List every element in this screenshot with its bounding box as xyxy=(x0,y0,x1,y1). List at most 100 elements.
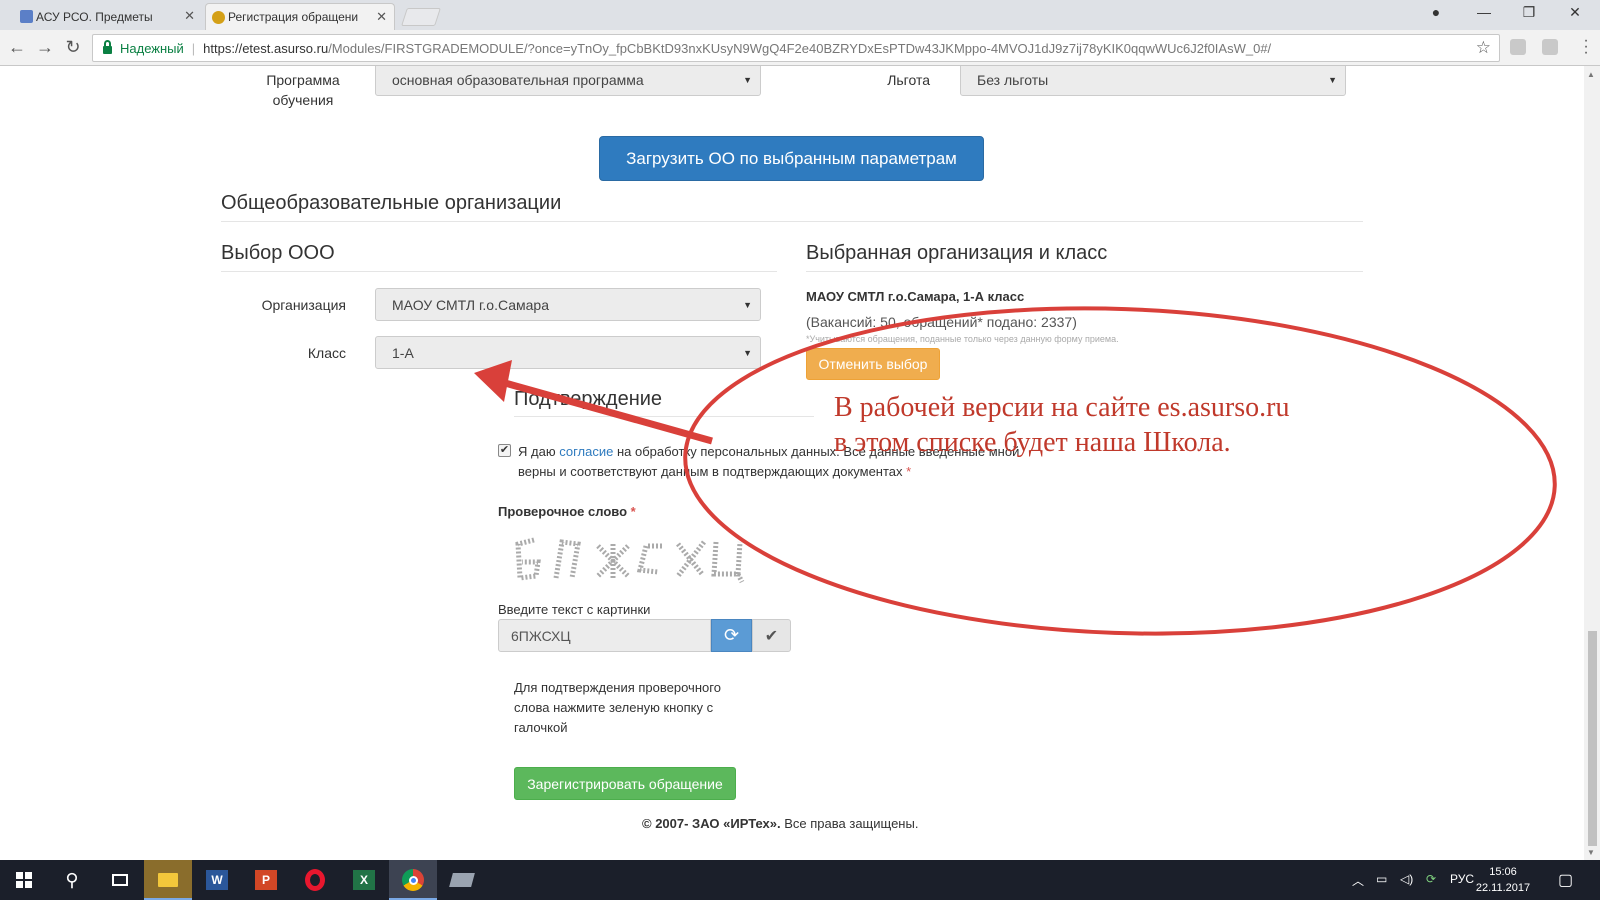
url-path: /Modules/FIRSTGRADEMODULE/?once=yTnOy_fp… xyxy=(328,40,1272,56)
word-icon[interactable]: W xyxy=(193,860,241,900)
copyright: © 2007- ЗАО «ИРТех». xyxy=(642,816,781,831)
reload-icon[interactable]: ↻ xyxy=(62,37,84,57)
class-value: 1-А xyxy=(392,344,414,361)
coat-of-arms-icon xyxy=(212,11,225,24)
captcha-hint: Для подтверждения проверочного слова наж… xyxy=(514,680,721,735)
close-icon[interactable]: ✕ xyxy=(184,8,195,24)
annotation-line-2: в этом списке будет наша Школа. xyxy=(834,427,1231,458)
clock[interactable]: 15:06 22.11.2017 xyxy=(1470,864,1536,896)
captcha-image xyxy=(515,537,745,584)
captcha-label-text: Проверочное слово xyxy=(498,504,628,519)
windows-start-icon[interactable] xyxy=(0,860,48,900)
consent-checkbox[interactable]: ✔ xyxy=(498,444,511,457)
minimize-icon[interactable]: — xyxy=(1474,4,1494,20)
chrome-icon[interactable] xyxy=(389,860,437,900)
url-host: https://etest.asurso.ru xyxy=(203,40,329,56)
vacancies-info: (Вакансий: 50, обращений* подано: 2337) xyxy=(806,314,1077,330)
page-content: Программа обучения основная образователь… xyxy=(0,66,1584,860)
extension-icon[interactable] xyxy=(1510,39,1526,55)
forward-arrow-icon[interactable]: → xyxy=(34,37,56,57)
security-label: Надежный xyxy=(120,40,184,56)
notifications-icon[interactable]: ▢ xyxy=(1558,870,1573,890)
required-mark: * xyxy=(630,504,636,519)
selected-organization: МАОУ СМТЛ г.о.Самара, 1-А класс xyxy=(806,289,1025,304)
lock-icon xyxy=(103,40,112,54)
chevron-down-icon: ▼ xyxy=(743,348,752,358)
windows-taskbar: ⚲ W P X ︿ ▭ ◁) ⟳ РУС 15:06 22.11.2017 ▢ xyxy=(0,860,1600,900)
scroll-up-icon[interactable]: ▲ xyxy=(1587,70,1595,79)
app-icon[interactable] xyxy=(438,860,486,900)
close-icon[interactable]: ✕ xyxy=(376,9,387,25)
vacancies-footnote: *Учитываются обращения, поданные только … xyxy=(806,334,1119,344)
refresh-captcha-button[interactable]: ⟳ xyxy=(711,619,752,652)
organization-value: МАОУ СМТЛ г.о.Самара xyxy=(392,296,549,313)
page-scrollbar[interactable]: ▲ ▼ xyxy=(1584,66,1600,860)
tab-asu-rso[interactable]: АСУ РСО. Предметы ✕ xyxy=(14,3,202,30)
class-select[interactable]: 1-А ▼ xyxy=(375,336,761,369)
time: 15:06 xyxy=(1489,866,1517,878)
rights-text: Все права защищены. xyxy=(780,816,919,831)
annotation-text: В рабочей версии на сайте es.asurso.ru в… xyxy=(834,390,1289,460)
powerpoint-icon[interactable]: P xyxy=(242,860,290,900)
chevron-down-icon: ▼ xyxy=(743,300,752,310)
program-value: основная образовательная программа xyxy=(392,71,644,88)
divider xyxy=(221,221,1363,222)
divider xyxy=(806,271,1363,272)
consent-pre: Я даю xyxy=(518,444,560,459)
refresh-icon: ⟳ xyxy=(723,625,740,645)
choose-org-title: Выбор ООО xyxy=(221,242,335,264)
browser-tab-bar: АСУ РСО. Предметы ✕ Регистрация обращени… xyxy=(0,0,1600,30)
extension-icon[interactable] xyxy=(1542,39,1558,55)
browser-toolbar: ← → ↻ Надежный | https://etest.asurso.ru… xyxy=(0,30,1600,66)
annotation-line-1: В рабочей версии на сайте es.asurso.ru xyxy=(834,392,1290,423)
profile-icon[interactable]: ● xyxy=(1426,4,1446,20)
bookmark-star-icon[interactable]: ☆ xyxy=(1476,38,1491,58)
scroll-down-icon[interactable]: ▼ xyxy=(1587,848,1595,857)
opera-icon[interactable] xyxy=(291,860,339,900)
close-window-icon[interactable]: ✕ xyxy=(1565,4,1585,21)
date: 22.11.2017 xyxy=(1475,882,1531,894)
scroll-thumb[interactable] xyxy=(1588,631,1597,846)
organization-label: Организация xyxy=(261,297,346,313)
restore-icon[interactable]: ❐ xyxy=(1519,4,1539,21)
program-label: Программа обучения xyxy=(266,72,340,108)
captcha-label: Проверочное слово * xyxy=(498,504,636,519)
cancel-selection-button[interactable]: Отменить выбор xyxy=(806,348,940,380)
tab-title: АСУ РСО. Предметы xyxy=(36,9,153,24)
network-icon[interactable]: ▭ xyxy=(1376,872,1387,886)
captcha-input[interactable]: 6ПЖСХЦ xyxy=(498,619,711,652)
volume-icon[interactable]: ◁) xyxy=(1400,872,1413,886)
file-explorer-icon[interactable] xyxy=(144,860,192,900)
organization-select[interactable]: МАОУ СМТЛ г.о.Самара ▼ xyxy=(375,288,761,321)
captcha-input-label: Введите текст с картинки xyxy=(498,602,651,617)
separator: | xyxy=(191,40,196,56)
register-request-button[interactable]: Зарегистрировать обращение xyxy=(514,767,736,800)
task-view-icon[interactable] xyxy=(96,860,144,900)
chevron-down-icon: ▼ xyxy=(743,75,752,85)
benefit-select[interactable]: Без льготы ▼ xyxy=(960,66,1346,96)
search-icon[interactable]: ⚲ xyxy=(48,860,96,900)
selected-org-title: Выбранная организация и класс xyxy=(806,242,1108,264)
address-bar[interactable]: Надежный | https://etest.asurso.ru /Modu… xyxy=(92,34,1500,62)
checkmark-icon: ✔ xyxy=(764,627,779,645)
program-select[interactable]: основная образовательная программа ▼ xyxy=(375,66,761,96)
tab-registration[interactable]: Регистрация обращени ✕ xyxy=(205,3,395,30)
consent-link[interactable]: согласие xyxy=(559,444,613,459)
chevron-down-icon: ▼ xyxy=(1328,75,1337,85)
load-organizations-button[interactable]: Загрузить ОО по выбранным параметрам xyxy=(599,136,984,181)
footer: © 2007- ЗАО «ИРТех». Все права защищены. xyxy=(642,816,918,831)
tab-title: Регистрация обращени xyxy=(228,10,359,24)
new-tab-button[interactable] xyxy=(401,8,441,26)
chevron-up-icon[interactable]: ︿ xyxy=(1352,872,1364,889)
back-arrow-icon[interactable]: ← xyxy=(6,37,28,57)
sync-icon[interactable]: ⟳ xyxy=(1426,872,1436,886)
page-icon xyxy=(20,10,33,23)
verify-captcha-button[interactable]: ✔ xyxy=(752,619,791,652)
class-label: Класс xyxy=(307,345,346,361)
browser-menu-icon[interactable]: · · · xyxy=(1582,33,1590,61)
required-mark: * xyxy=(906,464,912,479)
benefit-value: Без льготы xyxy=(977,71,1049,88)
benefit-label: Льгота xyxy=(887,72,930,88)
excel-icon[interactable]: X xyxy=(340,860,388,900)
section-title: Общеобразовательные организации xyxy=(221,192,562,214)
